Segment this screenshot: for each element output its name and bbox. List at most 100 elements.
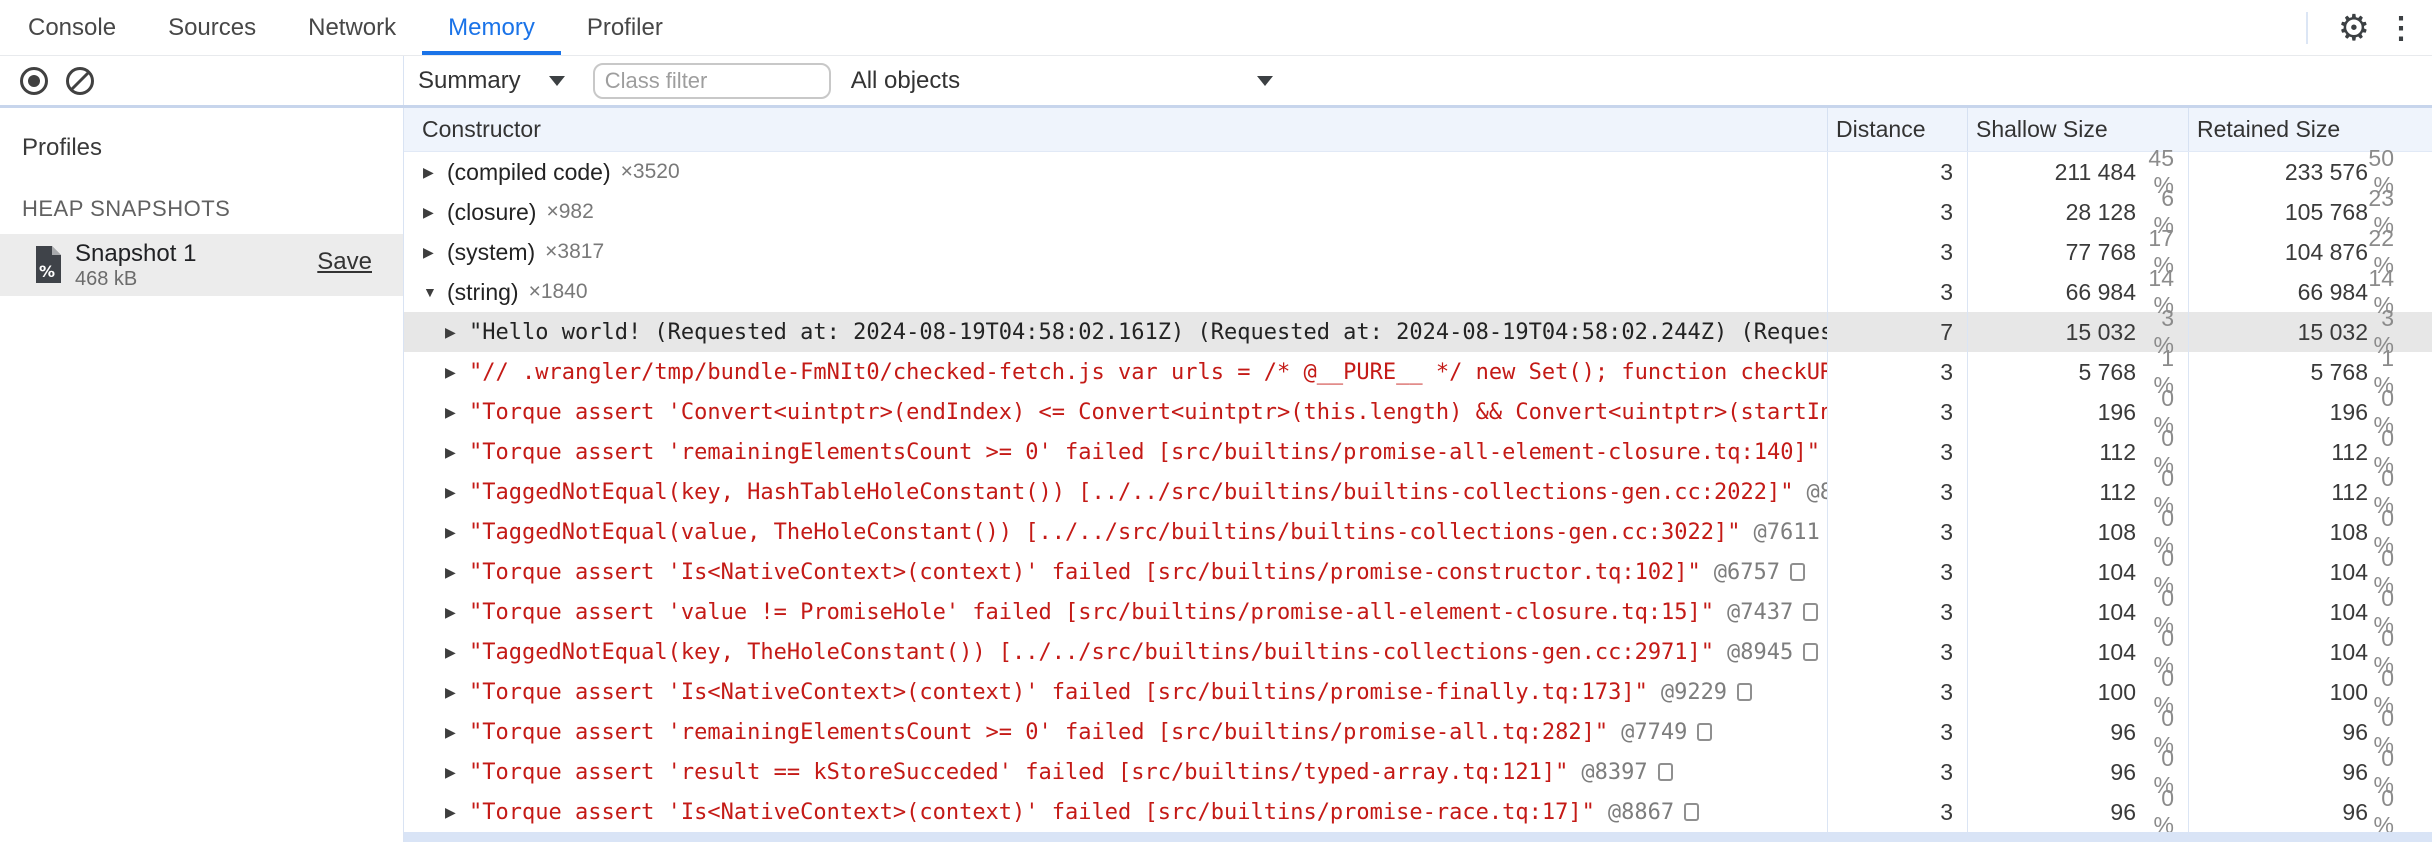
expand-arrow-icon[interactable]: ▶ [445,444,469,461]
constructor-cell[interactable]: ▶ (compiled code) ×3520 [404,152,1827,192]
shallow-size-value: 108 [2097,518,2136,545]
distance-cell: 3 [1827,272,1967,312]
string-value: "Torque assert 'remainingElementsCount >… [469,439,1821,465]
tab-memory[interactable]: Memory [422,0,561,55]
constructor-cell[interactable]: ▶ "TaggedNotEqual(key, TheHoleConstant()… [404,632,1827,672]
retained-size-value: 105 768 [2284,198,2368,225]
string-value: "Torque assert 'value != PromiseHole' fa… [469,599,1715,625]
more-options-icon[interactable]: ⋮ [2386,0,2416,56]
grid-bottom-scrollbar[interactable] [404,832,2432,842]
heap-grid-row[interactable]: ▶ "Torque assert 'value != PromiseHole' … [404,585,2432,638]
heap-grid-row[interactable]: ▶ "TaggedNotEqual(key, HashTableHoleCons… [404,465,2432,518]
distance-cell: 3 [1827,512,1967,552]
expand-arrow-icon[interactable]: ▶ [445,684,469,701]
instance-count: ×3817 [545,240,605,263]
expand-arrow-icon[interactable]: ▶ [445,324,469,341]
heap-grid-row[interactable]: ▼ (string) ×1840 3 66 984 14 % 66 984 14… [404,265,2432,318]
tab-label: Sources [168,13,257,41]
expand-arrow-icon[interactable]: ▶ [423,244,447,261]
constructor-cell[interactable]: ▶ "Hello world! (Requested at: 2024-08-1… [404,312,1827,352]
distance-cell: 3 [1827,672,1967,712]
expand-arrow-icon[interactable]: ▼ [423,284,447,300]
profiles-toolbar [0,56,404,105]
constructor-cell[interactable]: ▶ (closure) ×982 [404,192,1827,232]
constructor-cell[interactable]: ▶ "Torque assert 'value != PromiseHole' … [404,592,1827,632]
constructor-cell[interactable]: ▶ "Torque assert 'remainingElementsCount… [404,432,1827,472]
constructor-cell[interactable]: ▶ "Torque assert 'remainingElementsCount… [404,712,1827,752]
heap-grid-row[interactable]: ▶ "Torque assert 'Is<NativeContext>(cont… [404,545,2432,598]
constructor-cell[interactable]: ▶ "Torque assert 'result == kStoreSucced… [404,752,1827,792]
heap-grid-row[interactable]: ▶ "Hello world! (Requested at: 2024-08-1… [404,305,2432,358]
tab-sources[interactable]: Sources [142,0,282,55]
heap-grid-row[interactable]: ▶ (compiled code) ×3520 3 211 484 45 % 2… [404,145,2432,198]
objects-filter-select[interactable]: All objects [847,67,1277,95]
class-filter-input[interactable] [592,62,831,99]
string-value: "Torque assert 'remainingElementsCount >… [469,719,1609,745]
chevron-down-icon [1256,75,1273,86]
column-header-constructor[interactable]: Constructor [404,116,1827,143]
tab-network[interactable]: Network [282,0,422,55]
string-value: "Torque assert 'result == kStoreSucceded… [469,759,1569,785]
heap-grid-row[interactable]: ▶ "Torque assert 'Is<NativeContext>(cont… [404,665,2432,718]
instance-count: ×982 [546,200,594,223]
heap-grid-row[interactable]: ▶ "TaggedNotEqual(value, TheHoleConstant… [404,505,2432,558]
object-id: @8397 [1581,759,1648,785]
constructor-cell[interactable]: ▶ "Torque assert 'Is<NativeContext>(cont… [404,552,1827,592]
tab-label: Profiler [586,13,663,41]
object-id: @7611 [1753,519,1820,545]
heap-grid-row[interactable]: ▶ "Torque assert 'Convert<uintptr>(endIn… [404,385,2432,438]
heap-grid-row[interactable]: ▶ (closure) ×982 3 28 128 6 % 105 768 23… [404,185,2432,238]
heap-grid-row[interactable]: ▶ "TaggedNotEqual(key, TheHoleConstant()… [404,625,2432,678]
expand-arrow-icon[interactable]: ▶ [445,524,469,541]
perspective-select[interactable]: Summary [414,67,569,95]
heap-grid-row[interactable]: ▶ "Torque assert 'result == kStoreSucced… [404,745,2432,798]
expand-arrow-icon[interactable]: ▶ [445,564,469,581]
memory-toolbar: Summary All objects [0,56,2432,108]
constructor-cell[interactable]: ▶ "TaggedNotEqual(value, TheHoleConstant… [404,512,1827,552]
tab-profiler[interactable]: Profiler [561,0,689,55]
expand-arrow-icon[interactable]: ▶ [445,764,469,781]
tab-console[interactable]: Console [2,0,142,55]
constructor-cell[interactable]: ▶ (system) ×3817 [404,232,1827,272]
constructor-cell[interactable]: ▶ "TaggedNotEqual(key, HashTableHoleCons… [404,472,1827,512]
settings-gear-icon[interactable]: ⚙ [2338,0,2370,56]
profiles-sidebar: Profiles HEAP SNAPSHOTS % Snapshot 1 468… [0,108,404,842]
expand-arrow-icon[interactable]: ▶ [445,644,469,661]
expand-arrow-icon[interactable]: ▶ [445,604,469,621]
constructor-cell[interactable]: ▶ "Torque assert 'Is<NativeContext>(cont… [404,672,1827,712]
expand-arrow-icon[interactable]: ▶ [445,404,469,421]
record-heap-snapshot-button[interactable] [18,65,50,97]
expand-arrow-icon[interactable]: ▶ [445,484,469,501]
expand-arrow-icon[interactable]: ▶ [423,204,447,221]
heap-grid-row[interactable]: ▶ "Torque assert 'Is<NativeContext>(cont… [404,785,2432,838]
tab-label: Network [308,13,397,41]
clear-profiles-button[interactable] [64,65,96,97]
heap-grid-row[interactable]: ▶ "// .wrangler/tmp/bundle-FmNIt0/checke… [404,345,2432,398]
column-header-distance[interactable]: Distance [1827,108,1967,151]
save-snapshot-link[interactable]: Save [317,248,372,276]
object-id: @9229 [1660,679,1728,705]
distance-cell: 3 [1827,352,1967,392]
heap-grid-row[interactable]: ▶ (system) ×3817 3 77 768 17 % 104 876 2… [404,225,2432,278]
heap-grid-row[interactable]: ▶ "Torque assert 'remainingElementsCount… [404,705,2432,758]
retained-size-value: 96 [2342,798,2368,825]
heap-grid-row[interactable]: ▶ "Torque assert 'remainingElementsCount… [404,425,2432,478]
constructor-cell[interactable]: ▶ "Torque assert 'Convert<uintptr>(endIn… [404,392,1827,432]
constructor-cell[interactable]: ▼ (string) ×1840 [404,272,1827,312]
string-value: "Torque assert 'Is<NativeContext>(contex… [469,679,1648,705]
distance-cell: 3 [1827,792,1967,832]
string-value: "Torque assert 'Is<NativeContext>(contex… [469,559,1701,585]
expand-arrow-icon[interactable]: ▶ [445,364,469,381]
shallow-size-value: 96 [2110,718,2136,745]
perspective-label: Summary [418,66,521,94]
sidebar-item-snapshot-1[interactable]: % Snapshot 1 468 kB Save [0,234,403,296]
shallow-size-value: 15 032 [2065,318,2136,345]
constructor-cell[interactable]: ▶ "Torque assert 'Is<NativeContext>(cont… [404,792,1827,832]
constructor-cell[interactable]: ▶ "// .wrangler/tmp/bundle-FmNIt0/checke… [404,352,1827,392]
expand-arrow-icon[interactable]: ▶ [445,804,469,821]
shallow-size-value: 211 484 [2054,158,2136,185]
devtools-tabbar: Console Sources Network Memory Profiler … [0,0,2432,56]
expand-arrow-icon[interactable]: ▶ [423,164,447,181]
expand-arrow-icon[interactable]: ▶ [445,724,469,741]
constructor-name: (string) [447,278,519,305]
